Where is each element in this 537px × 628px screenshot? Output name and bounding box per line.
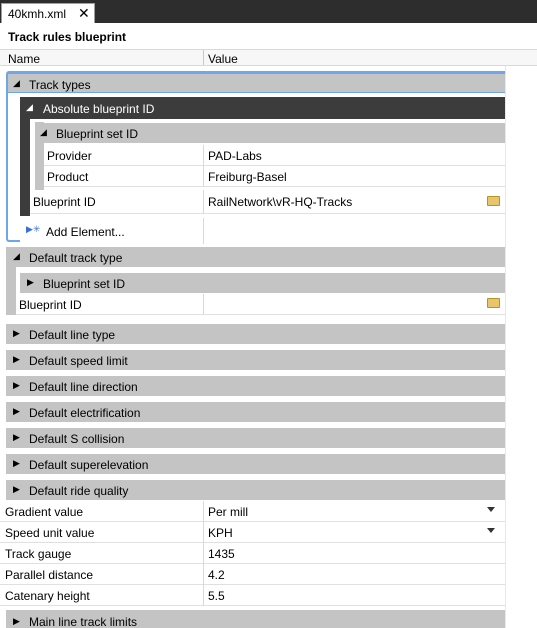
group-default-s-collision[interactable]: ▶ Default S collision [6, 428, 505, 448]
dropdown-arrow-icon[interactable] [487, 528, 495, 533]
expand-arrow-icon[interactable]: ▶ [13, 484, 20, 495]
add-element-label[interactable]: Add Element... [46, 225, 125, 239]
group-default-line-type[interactable]: ▶ Default line type [6, 324, 505, 344]
row-name: Track gauge [5, 547, 72, 561]
group-label: Blueprint set ID [43, 277, 126, 291]
group-label: Blueprint set ID [56, 127, 139, 141]
property-row-parallel-distance[interactable]: Parallel distance 4.2 [0, 564, 505, 585]
group-default-track-type[interactable]: ◢ Default track type [6, 247, 505, 267]
expand-arrow-icon[interactable]: ▶ [13, 616, 20, 627]
group-label: Main line track limits [29, 615, 138, 628]
header-value: Value [208, 52, 238, 66]
row-name: Product [47, 170, 89, 184]
group-label: Default line direction [29, 380, 138, 394]
group-label: Default S collision [29, 432, 125, 446]
group-label: Default electrification [29, 406, 141, 420]
group-label: Default track type [29, 251, 123, 265]
group-default-ride-quality[interactable]: ▶ Default ride quality [6, 480, 505, 500]
property-row-catenary-height[interactable]: Catenary height 5.5 [0, 585, 505, 606]
row-name: Parallel distance [5, 568, 94, 582]
collapse-arrow-icon[interactable]: ◢ [13, 251, 20, 262]
group-label: Absolute blueprint ID [43, 102, 155, 116]
expand-arrow-icon[interactable]: ▶ [27, 277, 34, 288]
group-track-types[interactable]: ◢ Track types [8, 73, 505, 93]
row-name: Blueprint ID [33, 195, 96, 209]
row-value[interactable]: Freiburg-Basel [208, 170, 287, 184]
group-default-electrification[interactable]: ▶ Default electrification [6, 402, 505, 422]
group-label: Default ride quality [29, 484, 129, 498]
row-value[interactable]: RailNetwork\vR-HQ-Tracks [208, 195, 352, 209]
group-label: Default superelevation [29, 458, 149, 472]
page-title: Track rules blueprint [8, 30, 127, 44]
row-name: Speed unit value [5, 526, 95, 540]
expand-arrow-icon[interactable]: ▶ [13, 328, 20, 339]
group-default-line-direction[interactable]: ▶ Default line direction [6, 376, 505, 396]
property-row-blueprint-id[interactable]: Blueprint ID RailNetwork\vR-HQ-Tracks [30, 190, 505, 214]
add-element-row[interactable]: ▶✳ Add Element... [20, 218, 505, 244]
header-name: Name [8, 52, 41, 66]
property-row-speed-unit[interactable]: Speed unit value KPH [0, 522, 505, 543]
property-row-provider[interactable]: Provider PAD-Labs [44, 145, 505, 166]
group-main-line-track-limits[interactable]: ▶ Main line track limits [6, 610, 505, 628]
column-header: Name Value [0, 49, 537, 66]
row-value[interactable]: 1435 [208, 547, 235, 561]
row-name: Catenary height [5, 589, 90, 603]
scrollbar[interactable] [505, 66, 537, 628]
tab-label: 40kmh.xml [8, 7, 67, 21]
row-name: Gradient value [5, 505, 84, 519]
group-label: Default line type [29, 328, 116, 342]
group-blueprint-set-id-2[interactable]: ▶ Blueprint set ID [20, 273, 505, 293]
row-value[interactable]: Per mill [208, 505, 248, 519]
property-row-gradient[interactable]: Gradient value Per mill [0, 501, 505, 522]
group-default-speed-limit[interactable]: ▶ Default speed limit [6, 350, 505, 370]
property-row-track-gauge[interactable]: Track gauge 1435 [0, 543, 505, 564]
expand-arrow-icon[interactable]: ▶ [13, 458, 20, 469]
dropdown-arrow-icon[interactable] [487, 507, 495, 512]
collapse-arrow-icon[interactable]: ◢ [40, 127, 47, 138]
group-absolute-blueprint-id[interactable]: ◢ Absolute blueprint ID [20, 97, 505, 119]
property-row-blueprint-id-2[interactable]: Blueprint ID [16, 294, 505, 315]
row-value[interactable]: KPH [208, 526, 233, 540]
row-value[interactable]: 5.5 [208, 589, 225, 603]
group-blueprint-set-id[interactable]: ◢ Blueprint set ID [35, 123, 505, 143]
collapse-arrow-icon[interactable]: ◢ [13, 78, 20, 89]
add-element-icon: ▶✳ [26, 224, 41, 234]
group-default-superelevation[interactable]: ▶ Default superelevation [6, 454, 505, 474]
property-row-product[interactable]: Product Freiburg-Basel [44, 166, 505, 187]
close-icon[interactable]: ✕ [78, 5, 90, 22]
row-name: Blueprint ID [19, 298, 82, 312]
expand-arrow-icon[interactable]: ▶ [13, 380, 20, 391]
row-name: Provider [47, 149, 92, 163]
tab-file[interactable]: 40kmh.xml ✕ [1, 3, 95, 23]
nesting-bar [6, 267, 16, 315]
row-value[interactable]: 4.2 [208, 568, 225, 582]
group-label: Default speed limit [29, 354, 128, 368]
expand-arrow-icon[interactable]: ▶ [13, 406, 20, 417]
group-label: Track types [29, 78, 91, 92]
row-value[interactable]: PAD-Labs [208, 149, 262, 163]
folder-icon[interactable] [487, 298, 500, 308]
expand-arrow-icon[interactable]: ▶ [13, 432, 20, 443]
expand-arrow-icon[interactable]: ▶ [13, 354, 20, 365]
collapse-arrow-icon[interactable]: ◢ [26, 102, 33, 113]
folder-icon[interactable] [487, 196, 500, 206]
